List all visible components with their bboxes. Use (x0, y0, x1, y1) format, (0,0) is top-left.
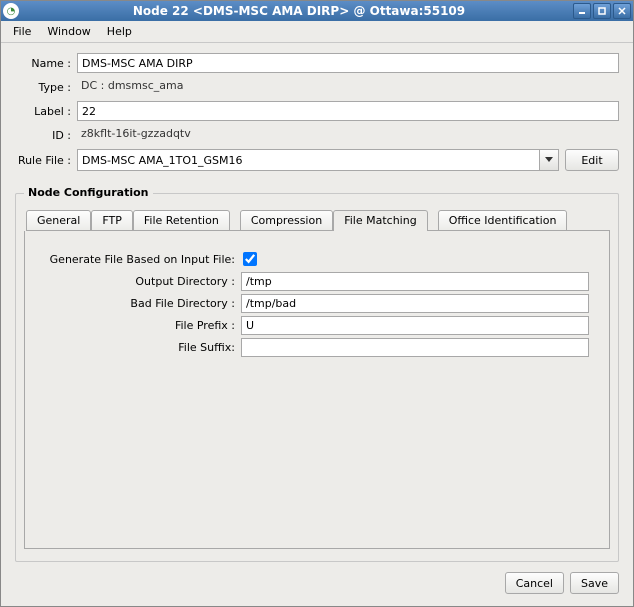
tab-file-retention[interactable]: File Retention (133, 210, 230, 231)
file-prefix-input[interactable] (241, 316, 589, 335)
tab-compression[interactable]: Compression (240, 210, 333, 231)
generate-file-checkbox[interactable] (243, 252, 257, 266)
save-button[interactable]: Save (570, 572, 619, 594)
chevron-down-icon (545, 157, 553, 163)
app-icon: ◔ (3, 3, 19, 19)
node-configuration-fieldset: Node Configuration General FTP File Rete… (15, 193, 619, 562)
cancel-button[interactable]: Cancel (505, 572, 564, 594)
tab-ftp[interactable]: FTP (91, 210, 133, 231)
rulefile-combo[interactable] (77, 149, 559, 171)
minimize-button[interactable] (573, 3, 591, 19)
tab-panel-file-matching: Generate File Based on Input File: Outpu… (24, 231, 610, 549)
file-prefix-label: File Prefix : (45, 319, 235, 332)
titlebar: ◔ Node 22 <DMS-MSC AMA DIRP> @ Ottawa:55… (1, 1, 633, 21)
file-suffix-input[interactable] (241, 338, 589, 357)
generate-file-label: Generate File Based on Input File: (45, 253, 235, 266)
edit-button[interactable]: Edit (565, 149, 619, 171)
output-directory-label: Output Directory : (45, 275, 235, 288)
menu-file[interactable]: File (5, 23, 39, 40)
tab-general[interactable]: General (26, 210, 91, 231)
id-label: ID : (15, 129, 71, 142)
menu-help[interactable]: Help (99, 23, 140, 40)
label-label: Label : (15, 105, 71, 118)
tab-office-identification[interactable]: Office Identification (438, 210, 568, 231)
menu-window[interactable]: Window (39, 23, 98, 40)
close-button[interactable] (613, 3, 631, 19)
dialog-buttons: Cancel Save (15, 562, 619, 596)
name-label: Name : (15, 57, 71, 70)
app-window: ◔ Node 22 <DMS-MSC AMA DIRP> @ Ottawa:55… (0, 0, 634, 607)
window-title: Node 22 <DMS-MSC AMA DIRP> @ Ottawa:5510… (25, 4, 573, 18)
window-controls (573, 3, 631, 19)
node-configuration-legend: Node Configuration (24, 186, 153, 199)
output-directory-input[interactable] (241, 272, 589, 291)
bad-file-directory-label: Bad File Directory : (45, 297, 235, 310)
type-label: Type : (15, 81, 71, 94)
label-input[interactable] (77, 101, 619, 121)
type-value: DC : dmsmsc_ama (77, 77, 619, 97)
menubar: File Window Help (1, 21, 633, 43)
maximize-button[interactable] (593, 3, 611, 19)
id-value: z8kflt-16it-gzzadqtv (77, 125, 619, 145)
content-area: Name : Type : DC : dmsmsc_ama Label : ID… (1, 43, 633, 606)
rulefile-input[interactable] (77, 149, 539, 171)
tab-row: General FTP File Retention Compression F… (24, 210, 610, 231)
file-suffix-label: File Suffix: (45, 341, 235, 354)
tab-file-matching[interactable]: File Matching (333, 210, 427, 231)
rulefile-dropdown-button[interactable] (539, 149, 559, 171)
name-input[interactable] (77, 53, 619, 73)
rulefile-label: Rule File : (15, 154, 71, 167)
bad-file-directory-input[interactable] (241, 294, 589, 313)
